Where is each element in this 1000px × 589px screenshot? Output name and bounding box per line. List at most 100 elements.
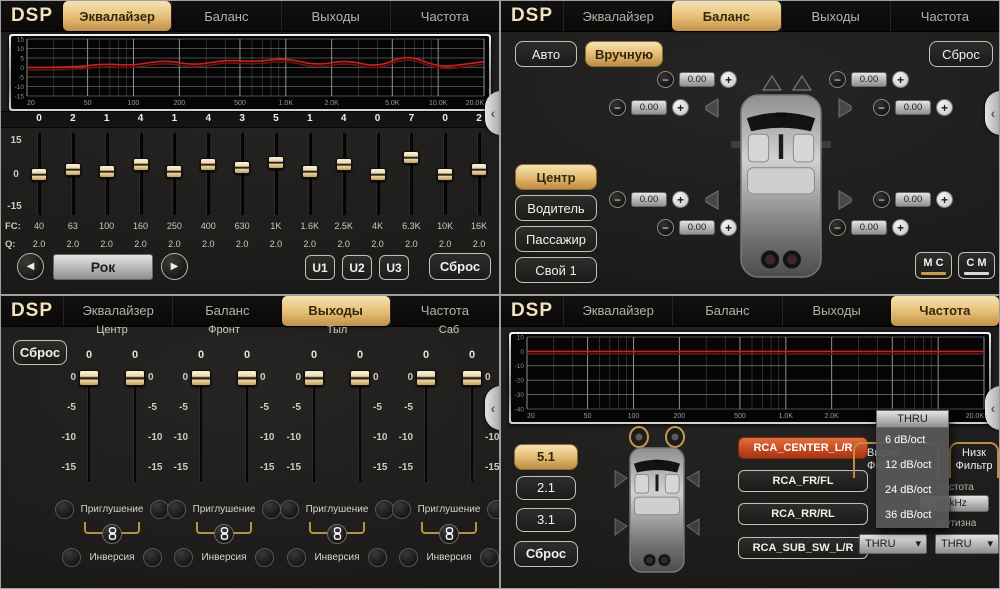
band-slider-track[interactable]	[274, 133, 278, 215]
output-slider-track[interactable]	[470, 376, 474, 482]
band-slider-thumb[interactable]	[403, 151, 419, 164]
listening-pos-center-button[interactable]: Центр	[515, 164, 597, 190]
band-slider-track[interactable]	[139, 133, 143, 215]
output-slider-thumb[interactable]	[416, 370, 436, 386]
band-slider-track[interactable]	[240, 133, 244, 215]
increase-button[interactable]: +	[892, 219, 909, 236]
invert-toggle-right[interactable]	[480, 548, 499, 567]
decrease-button[interactable]: −	[873, 99, 890, 116]
link-channels-toggle[interactable]	[102, 524, 122, 544]
user-preset-1-button[interactable]: U1	[305, 255, 335, 280]
rca-sub-button[interactable]: RCA_SUB_SW_L/R	[738, 537, 868, 559]
link-channels-toggle[interactable]	[439, 524, 459, 544]
output-slider-track[interactable]	[199, 376, 203, 482]
rca-center-button[interactable]: RCA_CENTER_L/R	[738, 437, 868, 459]
link-channels-toggle[interactable]	[327, 524, 347, 544]
tab-frequency[interactable]: Частота	[890, 1, 999, 31]
tab-balance[interactable]: Баланс	[672, 296, 781, 326]
invert-toggle-right[interactable]	[143, 548, 162, 567]
rca-front-button[interactable]: RCA_FR/FL	[738, 470, 868, 492]
decrease-button[interactable]: −	[829, 219, 846, 236]
tab-balance[interactable]: Баланс	[672, 1, 780, 31]
band-slider-thumb[interactable]	[336, 158, 352, 171]
user-preset-3-button[interactable]: U3	[379, 255, 409, 280]
drawer-handle[interactable]: ‹	[485, 91, 500, 135]
user-preset-2-button[interactable]: U2	[342, 255, 372, 280]
decrease-button[interactable]: −	[829, 71, 846, 88]
listening-pos-passenger-button[interactable]: Пассажир	[515, 226, 597, 252]
invert-toggle-right[interactable]	[255, 548, 274, 567]
listening-pos-driver-button[interactable]: Водитель	[515, 195, 597, 221]
output-slider-track[interactable]	[424, 376, 428, 482]
band-slider-thumb[interactable]	[65, 163, 81, 176]
decrease-button[interactable]: −	[609, 191, 626, 208]
band-slider-thumb[interactable]	[200, 158, 216, 171]
delay-value-field[interactable]: 0.00	[679, 220, 715, 235]
listening-pos-custom-button[interactable]: Свой 1	[515, 257, 597, 283]
band-slider-thumb[interactable]	[133, 158, 149, 171]
band-slider-track[interactable]	[409, 133, 413, 215]
mute-toggle-right[interactable]	[262, 500, 281, 519]
low-pass-filter-tab[interactable]: НизкФильтр	[949, 442, 999, 478]
delay-value-field[interactable]: 0.00	[631, 192, 667, 207]
tab-balance[interactable]: Баланс	[172, 296, 281, 326]
auto-button[interactable]: Авто	[515, 41, 577, 67]
output-slider-thumb[interactable]	[191, 370, 211, 386]
rca-rear-button[interactable]: RCA_RR/RL	[738, 503, 868, 525]
tab-equalizer[interactable]: Эквалайзер	[563, 296, 672, 326]
band-slider-thumb[interactable]	[31, 168, 47, 181]
delay-value-field[interactable]: 0.00	[895, 100, 931, 115]
link-channels-toggle[interactable]	[214, 524, 234, 544]
band-slider-thumb[interactable]	[234, 161, 250, 174]
delay-value-field[interactable]: 0.00	[851, 72, 887, 87]
invert-toggle-left[interactable]	[399, 548, 418, 567]
frequency-reset-button[interactable]: Сброс	[514, 541, 578, 567]
increase-button[interactable]: +	[672, 99, 689, 116]
drawer-handle[interactable]: ‹	[485, 386, 500, 430]
invert-toggle-right[interactable]	[368, 548, 387, 567]
mode-2-1-button[interactable]: 2.1	[516, 476, 576, 500]
output-slider-track[interactable]	[245, 376, 249, 482]
tab-equalizer[interactable]: Эквалайзер	[63, 1, 171, 31]
output-slider-thumb[interactable]	[462, 370, 482, 386]
tab-equalizer[interactable]: Эквалайзер	[563, 1, 672, 31]
mute-toggle-left[interactable]	[167, 500, 186, 519]
drawer-handle[interactable]: ‹	[985, 91, 1000, 135]
prev-preset-button[interactable]: ◀	[17, 253, 44, 280]
mute-toggle-left[interactable]	[55, 500, 74, 519]
band-slider-thumb[interactable]	[99, 165, 115, 178]
outputs-reset-button[interactable]: Сброс	[13, 340, 67, 365]
output-slider-thumb[interactable]	[350, 370, 370, 386]
tab-equalizer[interactable]: Эквалайзер	[63, 296, 172, 326]
band-slider-thumb[interactable]	[437, 168, 453, 181]
increase-button[interactable]: +	[936, 191, 953, 208]
tab-frequency[interactable]: Частота	[390, 296, 499, 326]
output-slider-track[interactable]	[358, 376, 362, 482]
slope-option[interactable]: 24 dB/oct	[876, 478, 949, 503]
tab-outputs[interactable]: Выходы	[781, 1, 890, 31]
decrease-button[interactable]: −	[657, 71, 674, 88]
mode-3-1-button[interactable]: 3.1	[516, 508, 576, 532]
band-slider-thumb[interactable]	[370, 168, 386, 181]
drawer-handle[interactable]: ‹	[985, 386, 1000, 430]
mode-5-1-button[interactable]: 5.1	[514, 444, 578, 470]
mute-toggle-right[interactable]	[487, 500, 500, 519]
increase-button[interactable]: +	[720, 71, 737, 88]
band-slider-thumb[interactable]	[471, 163, 487, 176]
slope-dropdown-selected[interactable]: THRU	[876, 410, 949, 428]
delay-value-field[interactable]: 0.00	[851, 220, 887, 235]
output-slider-track[interactable]	[312, 376, 316, 482]
output-slider-thumb[interactable]	[125, 370, 145, 386]
tab-frequency[interactable]: Частота	[891, 296, 999, 326]
ms-units-button[interactable]: M C	[915, 252, 952, 279]
slope-option[interactable]: 6 dB/oct	[876, 428, 949, 453]
preset-display[interactable]: Рок	[53, 254, 153, 280]
manual-button[interactable]: Вручную	[585, 41, 663, 67]
tab-outputs[interactable]: Выходы	[282, 296, 390, 326]
tab-outputs[interactable]: Выходы	[782, 296, 891, 326]
slope-option[interactable]: 12 dB/oct	[876, 453, 949, 478]
cm-units-button[interactable]: C M	[958, 252, 995, 279]
mute-toggle-left[interactable]	[392, 500, 411, 519]
balance-reset-button[interactable]: Сброс	[929, 41, 993, 67]
output-slider-thumb[interactable]	[304, 370, 324, 386]
